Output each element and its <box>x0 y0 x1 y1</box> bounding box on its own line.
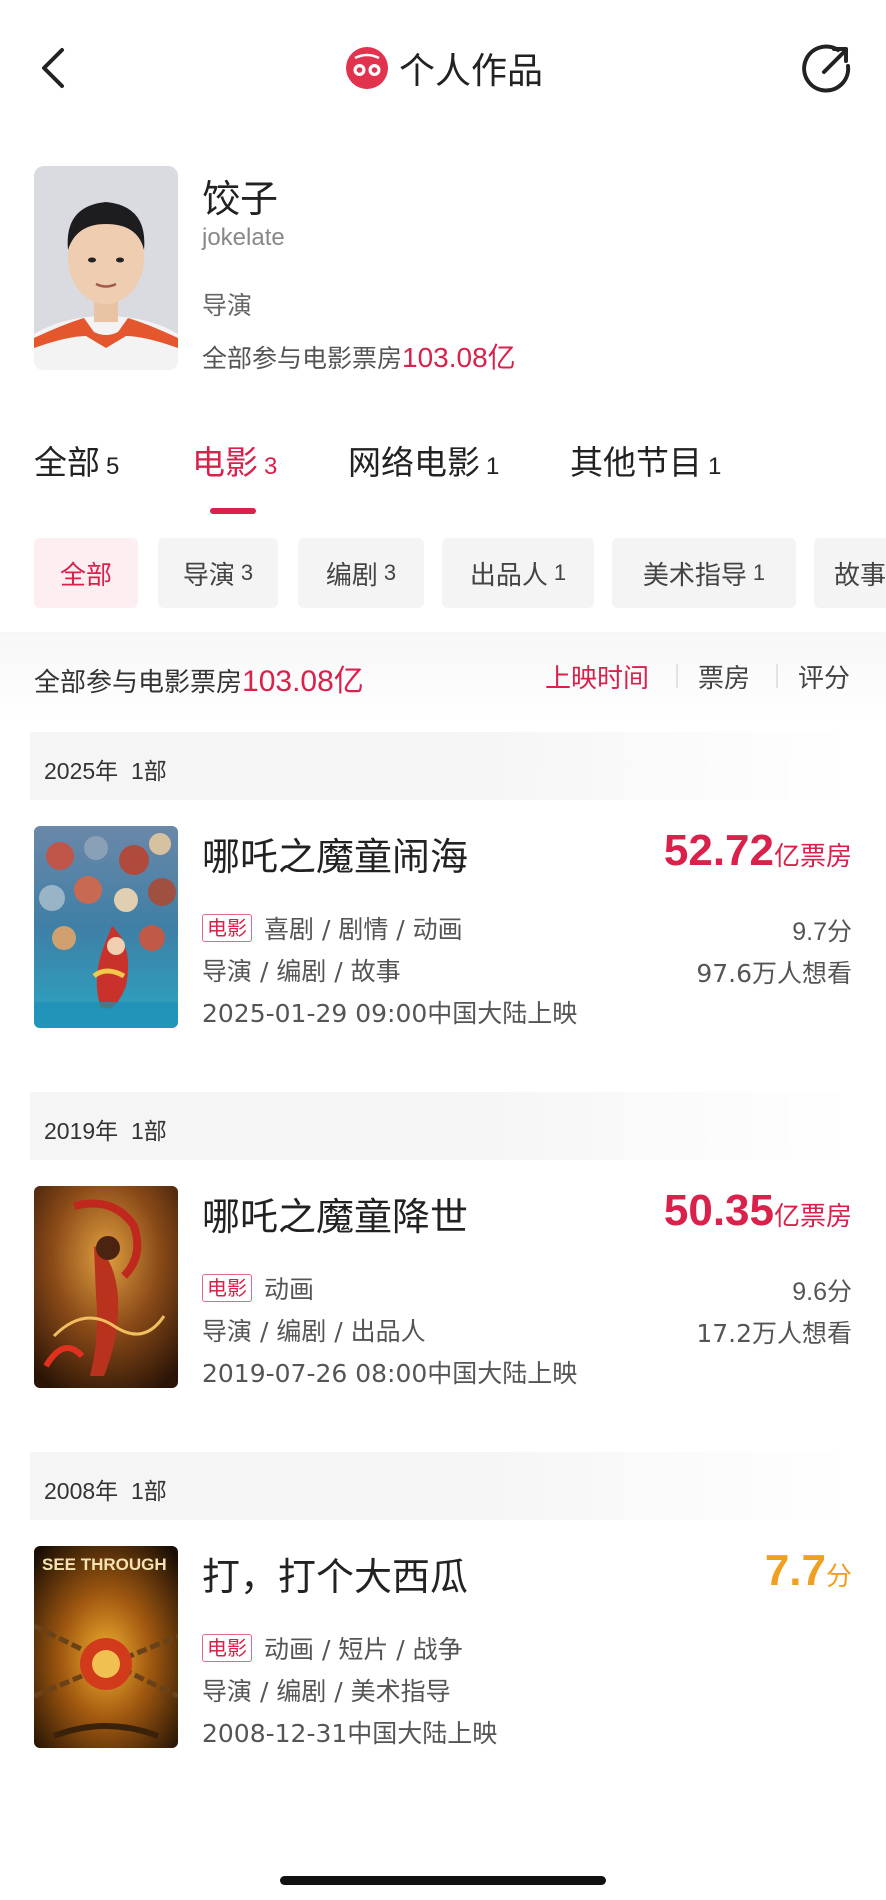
film-genre-text: 喜剧 / 剧情 / 动画 <box>264 915 463 944</box>
year-header: 2008年 1部 <box>30 1452 856 1520</box>
profile-boxoffice: 全部参与电影票房 103.08亿 <box>202 336 516 376</box>
film-roles: 导演 / 编剧 / 美术指导 <box>202 1677 451 1706</box>
year-header: 2019年 1部 <box>30 1092 856 1160</box>
chip-label: 全部 <box>59 560 112 591</box>
share-button[interactable] <box>798 40 856 98</box>
tab-label: 其他节目 <box>570 443 702 482</box>
chip-producer[interactable]: 出品人 1 <box>442 538 594 608</box>
home-indicator[interactable] <box>280 1876 606 1885</box>
film-genre-text: 动画 <box>264 1275 315 1304</box>
film-genres: 电影 动画 <box>202 1270 314 1306</box>
header-title: 个人作品 <box>345 38 543 98</box>
avatar <box>34 166 178 370</box>
chip-label: 美术指导 <box>642 560 747 591</box>
film-boxoffice: 52.72 亿票房 <box>664 826 852 876</box>
chip-label: 出品人 <box>469 560 548 591</box>
tab-web-movie[interactable]: 网络电影 1 <box>348 436 499 484</box>
film-type-badge: 电影 <box>202 1634 252 1662</box>
film-boxoffice: 50.35 亿票房 <box>664 1186 852 1236</box>
chip-label: 故事 <box>834 560 886 591</box>
sort-by-rating[interactable]: 评分 <box>798 658 850 695</box>
year-header: 2025年 1部 <box>30 732 856 800</box>
profile-name: 饺子 <box>202 177 279 221</box>
tab-label: 网络电影 <box>348 443 480 482</box>
film-title[interactable]: 哪吒之魔童闹海 <box>202 826 468 881</box>
chip-count: 1 <box>752 560 766 585</box>
film-poster[interactable]: SEE THROUGH <box>34 1546 178 1748</box>
film-poster[interactable] <box>34 1186 178 1388</box>
year-label: 2025年 1部 <box>44 758 167 784</box>
film-boxoffice-value: 50.35 <box>663 1186 774 1235</box>
film-type-badge: 电影 <box>202 914 252 942</box>
chip-art-director[interactable]: 美术指导 1 <box>612 538 796 608</box>
profile-boxoffice-label: 全部参与电影票房 <box>202 344 403 373</box>
film-genres: 电影 动画 / 短片 / 战争 <box>202 1630 463 1666</box>
chip-label: 导演 <box>182 560 235 591</box>
film-rating: 7.7 分 <box>765 1546 852 1596</box>
chip-director[interactable]: 导演 3 <box>158 538 278 608</box>
poster-image: SEE THROUGH <box>34 1546 178 1748</box>
film-release-date: 2025-01-29 09:00中国大陆上映 <box>202 999 578 1028</box>
film-title[interactable]: 哪吒之魔童降世 <box>202 1186 468 1241</box>
tab-all[interactable]: 全部 5 <box>34 436 119 484</box>
film-title[interactable]: 打，打个大西瓜 <box>202 1546 468 1601</box>
film-boxoffice-unit: 亿票房 <box>773 842 852 872</box>
summary-boxoffice: 全部参与电影票房 103.08亿 <box>34 656 364 700</box>
chip-count: 1 <box>553 560 567 585</box>
chip-count: 3 <box>240 560 254 585</box>
chip-label: 编剧 <box>325 560 378 591</box>
film-release-date: 2008-12-31中国大陆上映 <box>202 1719 498 1748</box>
tab-count: 1 <box>486 453 500 480</box>
film-rating-value: 7.7 <box>764 1546 826 1595</box>
page-title: 个人作品 <box>399 51 544 92</box>
poster-title-text: SEE THROUGH <box>42 1555 167 1574</box>
profile-boxoffice-value: 103.08亿 <box>402 342 516 373</box>
film-want-count: 17.2万人想看 <box>696 1319 852 1348</box>
chip-story[interactable]: 故事 <box>814 538 886 608</box>
maoyan-cat-logo-icon <box>346 47 388 89</box>
tab-active-indicator <box>210 508 256 514</box>
film-roles: 导演 / 编剧 / 出品人 <box>202 1317 426 1346</box>
chip-screenwriter[interactable]: 编剧 3 <box>298 538 424 608</box>
tab-other-shows[interactable]: 其他节目 1 <box>570 436 721 484</box>
film-type-badge: 电影 <box>202 1274 252 1302</box>
film-genres: 电影 喜剧 / 剧情 / 动画 <box>202 910 463 946</box>
summary-value: 103.08亿 <box>242 665 364 698</box>
chevron-left-icon <box>42 48 64 88</box>
back-button[interactable] <box>30 38 86 98</box>
year-label: 2019年 1部 <box>44 1118 167 1144</box>
chip-count: 3 <box>383 560 397 585</box>
film-release-date: 2019-07-26 08:00中国大陆上映 <box>202 1359 578 1388</box>
tab-count: 3 <box>264 453 278 480</box>
film-want-count: 97.6万人想看 <box>696 959 852 988</box>
film-genre-text: 动画 / 短片 / 战争 <box>264 1635 463 1664</box>
film-boxoffice-unit: 亿票房 <box>773 1202 852 1232</box>
tab-label: 电影 <box>192 443 258 482</box>
summary-label: 全部参与电影票房 <box>34 668 243 698</box>
poster-image <box>34 826 178 1028</box>
tab-count: 5 <box>106 453 120 480</box>
film-score: 9.7分 <box>792 918 852 946</box>
tab-label: 全部 <box>34 443 100 482</box>
profile-role: 导演 <box>202 291 253 320</box>
film-boxoffice-value: 52.72 <box>663 826 774 875</box>
sort-by-release-date[interactable]: 上映时间 <box>545 658 649 695</box>
film-score: 9.6分 <box>792 1278 852 1306</box>
poster-image <box>34 1186 178 1388</box>
avatar-photo <box>34 166 178 370</box>
profile-username: jokelate <box>202 224 285 251</box>
film-poster[interactable] <box>34 826 178 1028</box>
share-icon <box>802 44 851 93</box>
tab-movie[interactable]: 电影 3 <box>192 436 277 484</box>
sort-divider <box>776 664 778 688</box>
chip-all[interactable]: 全部 <box>34 538 138 608</box>
year-label: 2008年 1部 <box>44 1478 167 1504</box>
sort-by-boxoffice[interactable]: 票房 <box>698 658 750 695</box>
tab-count: 1 <box>708 453 722 480</box>
sort-divider <box>676 664 678 688</box>
film-roles: 导演 / 编剧 / 故事 <box>202 957 401 986</box>
film-rating-unit: 分 <box>825 1562 852 1592</box>
